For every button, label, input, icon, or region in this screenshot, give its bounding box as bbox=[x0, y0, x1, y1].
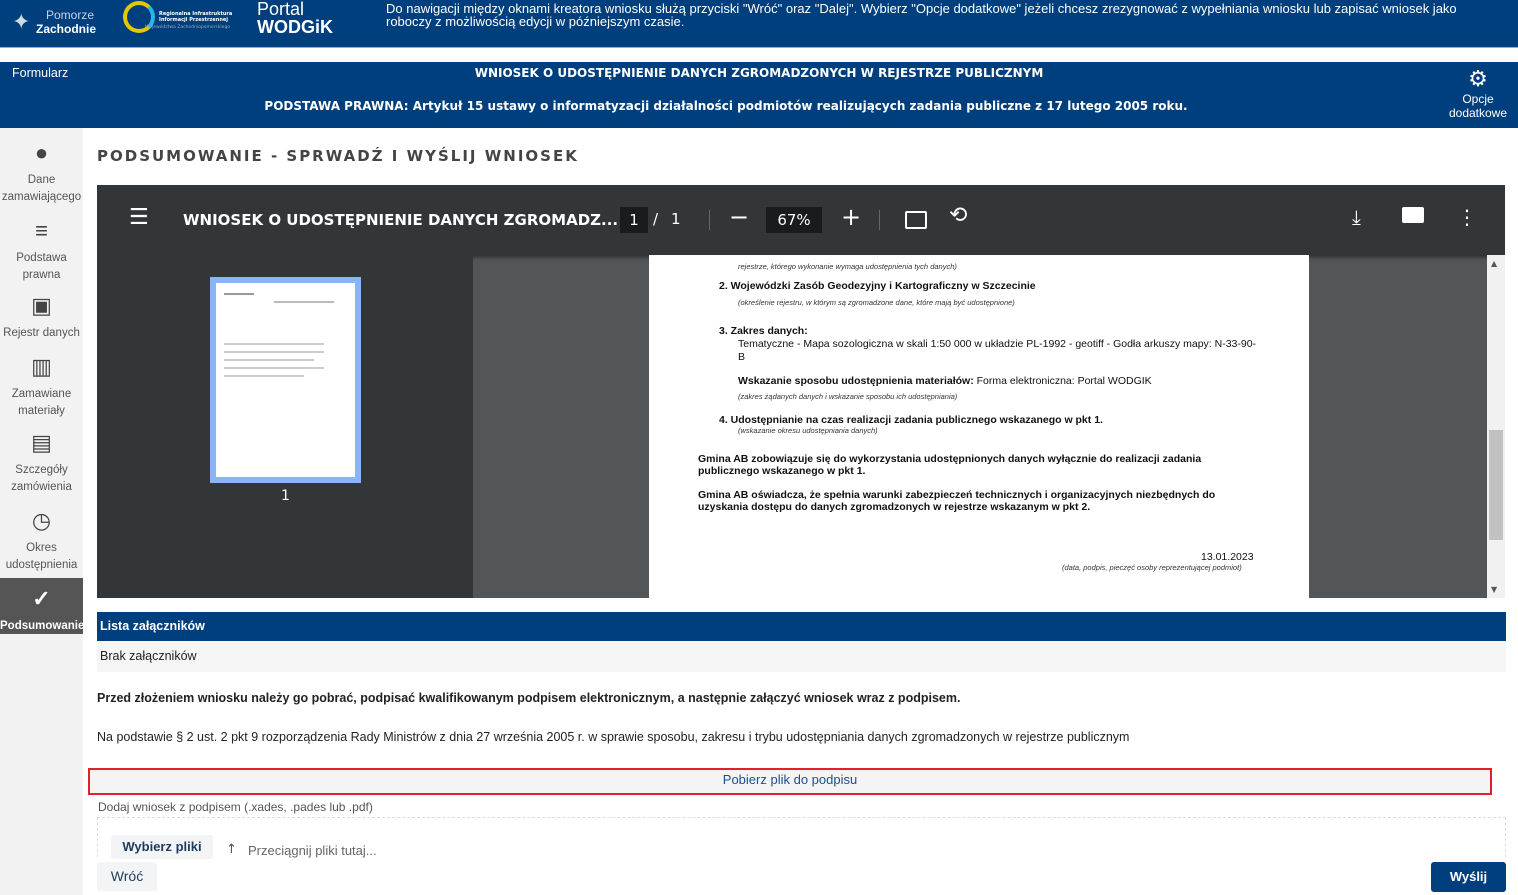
options-button[interactable]: ⚙ Opcje dodatkowe bbox=[1440, 66, 1516, 120]
download-for-signing-button[interactable]: Pobierz plik do podpisu bbox=[88, 768, 1492, 795]
thumbnail-pane: 1 bbox=[97, 255, 473, 598]
pdf-scrollbar[interactable]: ▲ ▼ bbox=[1487, 255, 1505, 598]
lines-icon: ≡ bbox=[0, 216, 83, 246]
attachments-empty: Brak załączników bbox=[97, 641, 1506, 672]
page-thumbnail[interactable] bbox=[210, 277, 361, 483]
legal-note: Na podstawie § 2 ust. 2 pkt 9 rozporządz… bbox=[97, 730, 1129, 744]
page-title: PODSUMOWANIE - SPRWADŹ I WYŚLIJ WNIOSEK bbox=[97, 147, 579, 165]
pdf-text: 4. Udostępnianie na czas realizacji zada… bbox=[719, 414, 1103, 426]
pdf-viewer[interactable]: ☰ WNIOSEK O UDOSTĘPNIENIE DANYCH ZGROMAD… bbox=[97, 185, 1505, 598]
pdf-text: 2. Wojewódzki Zasób Geodezyjny i Kartogr… bbox=[719, 280, 1036, 292]
zoom-in-icon[interactable]: + bbox=[841, 203, 861, 231]
pdf-text: Wskazanie sposobu udostępnienia materiał… bbox=[738, 375, 974, 387]
logo-mark-icon: ✦ bbox=[12, 10, 30, 35]
pdf-page: rejestrze, którego wykonanie wymaga udos… bbox=[649, 255, 1309, 598]
zoom-out-icon[interactable]: − bbox=[729, 203, 749, 231]
page-separator: / bbox=[653, 210, 658, 228]
page-number-input[interactable]: 1 bbox=[620, 207, 648, 233]
upload-dropzone[interactable]: Wybierz pliki ↑ Przeciągnij pliki tutaj.… bbox=[97, 817, 1506, 857]
check-icon: ✓ bbox=[0, 584, 83, 614]
divider bbox=[709, 210, 710, 230]
zoom-level[interactable]: 67% bbox=[766, 207, 822, 233]
sidebar-item-szczegoly[interactable]: ▤Szczegóły zamówienia bbox=[0, 428, 83, 496]
pdf-text: (zakres żądanych danych i wskazanie spos… bbox=[738, 392, 957, 401]
logo-text: Województwa Zachodniopomorskiego bbox=[145, 25, 230, 30]
upload-label: Dodaj wniosek z podpisem (.xades, .pades… bbox=[98, 800, 373, 814]
sidebar-item-okres[interactable]: ◷Okres udostępnienia bbox=[0, 506, 83, 574]
portal-logo: Portal WODGiK bbox=[257, 0, 333, 36]
logo-text: Regionalna InfrastrukturaInformacji Prze… bbox=[159, 11, 232, 23]
pdf-text: (data, podpis, pieczęć osoby reprezentuj… bbox=[1062, 563, 1242, 572]
pdf-toolbar: ☰ WNIOSEK O UDOSTĘPNIENIE DANYCH ZGROMAD… bbox=[97, 185, 1505, 255]
pdf-text: (określenie rejestru, w którym są zgroma… bbox=[738, 298, 1015, 307]
rotate-icon[interactable]: ⟲ bbox=[949, 203, 967, 228]
navigation-info: Do nawigacji między oknami kreatora wnio… bbox=[386, 2, 1496, 28]
top-header: ✦ Pomorze Zachodnie Regionalna Infrastru… bbox=[0, 0, 1518, 47]
pdf-title: WNIOSEK O UDOSTĘPNIENIE DANYCH ZGROMADZ.… bbox=[183, 211, 618, 229]
signing-notice: Przed złożeniem wniosku należy go pobrać… bbox=[97, 691, 960, 705]
pdf-text: Gmina AB oświadcza, że spełnia warunki z… bbox=[698, 489, 1258, 513]
sidebar-item-podsumowanie[interactable]: ✓Podsumowanie bbox=[0, 578, 83, 634]
person-icon: ● bbox=[0, 138, 83, 168]
pomorze-zachodnie-logo: ✦ Pomorze Zachodnie bbox=[12, 4, 102, 40]
drop-hint: Przeciągnij pliki tutaj... bbox=[248, 843, 377, 858]
thumbnail-label: 1 bbox=[281, 488, 290, 504]
sidebar-item-materialy[interactable]: ▥Zamawiane materiały bbox=[0, 352, 83, 420]
clipboard-icon: ▤ bbox=[0, 428, 83, 458]
send-button[interactable]: Wyślij bbox=[1431, 862, 1506, 892]
legal-basis: PODSTAWA PRAWNA: Artykuł 15 ustawy o inf… bbox=[0, 99, 1452, 113]
clipboard-download-icon: ▣ bbox=[0, 291, 83, 321]
gear-icon: ⚙ bbox=[1440, 66, 1516, 92]
print-icon[interactable] bbox=[1402, 207, 1424, 223]
sidebar-item-podstawa[interactable]: ≡Podstawa prawna bbox=[0, 216, 83, 284]
pdf-text: Gmina AB zobowiązuje się do wykorzystani… bbox=[698, 453, 1238, 477]
separator bbox=[0, 47, 1518, 62]
divider bbox=[879, 210, 880, 230]
logo-text: Zachodnie bbox=[36, 22, 96, 36]
pdf-text: (wskazanie okresu udostępniania danych) bbox=[738, 426, 878, 435]
pdf-text: rejestrze, którego wykonanie wymaga udos… bbox=[738, 262, 957, 271]
sidebar-item-dane[interactable]: ●Dane zamawiającego bbox=[0, 138, 83, 206]
wizard-sidebar: ●Dane zamawiającego ≡Podstawa prawna ▣Re… bbox=[0, 128, 83, 895]
menu-icon[interactable]: ☰ bbox=[129, 205, 149, 230]
fit-page-icon[interactable] bbox=[905, 211, 927, 229]
upload-icon: ↑ bbox=[226, 842, 237, 857]
page-total: 1 bbox=[671, 210, 681, 228]
attachments-header: Lista załączników bbox=[97, 612, 1506, 641]
pdf-date: 13.01.2023 bbox=[1201, 551, 1254, 563]
riip-logo: Regionalna InfrastrukturaInformacji Prze… bbox=[123, 1, 233, 35]
sidebar-item-rejestr[interactable]: ▣Rejestr danych bbox=[0, 291, 83, 342]
form-title: WNIOSEK O UDOSTĘPNIENIE DANYCH ZGROMADZO… bbox=[0, 66, 1518, 80]
download-icon[interactable]: ⤓ bbox=[1352, 205, 1361, 229]
form-banner: Formularz WNIOSEK O UDOSTĘPNIENIE DANYCH… bbox=[0, 62, 1518, 128]
pdf-text: Forma elektroniczna: Portal WODGIK bbox=[974, 375, 1152, 387]
more-icon[interactable]: ⋮ bbox=[1457, 205, 1477, 229]
back-button[interactable]: Wróć bbox=[97, 862, 157, 891]
logo-text: Pomorze bbox=[46, 8, 94, 22]
pdf-text: 3. Zakres danych: bbox=[719, 325, 808, 337]
choose-files-button[interactable]: Wybierz pliki bbox=[111, 835, 213, 859]
map-icon: ▥ bbox=[0, 352, 83, 382]
clock-icon: ◷ bbox=[0, 506, 83, 536]
pdf-text: Tematyczne - Mapa sozologiczna w skali 1… bbox=[738, 338, 1258, 364]
